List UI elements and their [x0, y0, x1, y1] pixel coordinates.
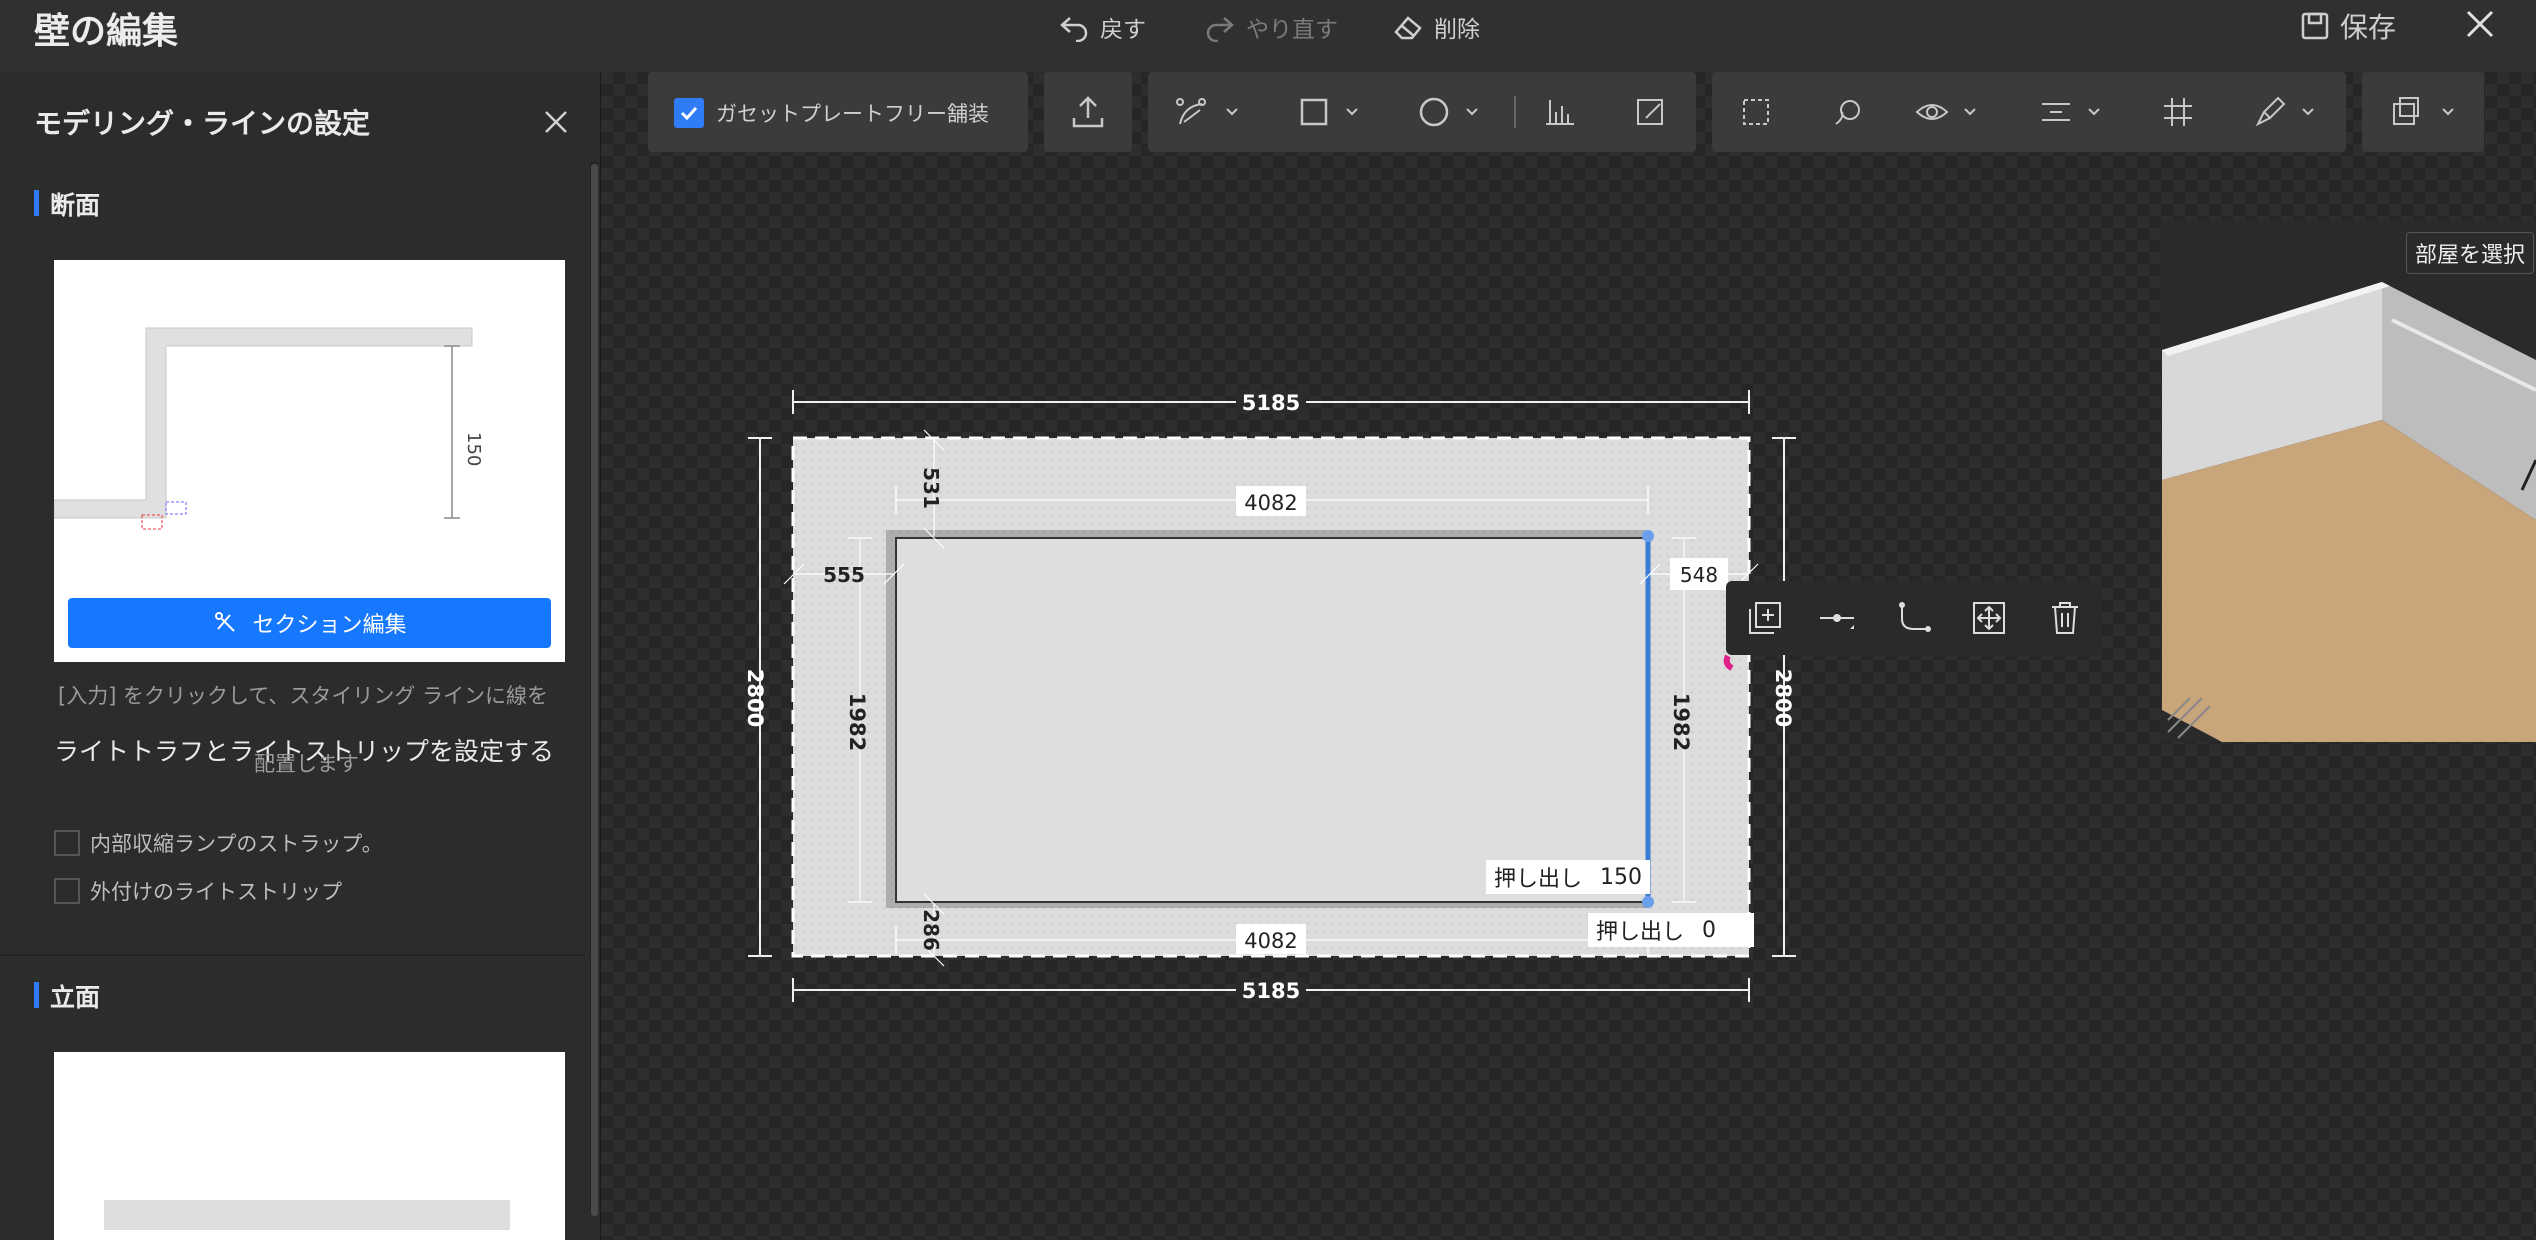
- room-3d-render: [2162, 282, 2536, 742]
- dim-inner-height-right: 1982: [1669, 693, 1693, 751]
- dim-offset-top: 531: [919, 467, 943, 509]
- extrude-inner-field[interactable]: 押し出し 150: [1486, 860, 1651, 894]
- extrude-outer-field[interactable]: 押し出し 0: [1588, 913, 1754, 947]
- edge-context-menu: [1726, 581, 2100, 655]
- dim-outer-width-top: 5185: [1242, 391, 1300, 415]
- edge-handle-top[interactable]: [1642, 530, 1654, 542]
- dim-offset-left: 555: [823, 563, 865, 587]
- room-select-button[interactable]: 部屋を選択: [2406, 232, 2535, 274]
- move-arrows-icon[interactable]: [1970, 599, 2008, 637]
- dim-offset-bottom: 286: [919, 909, 943, 951]
- extrude-inner-label: 押し出し: [1494, 867, 1583, 892]
- dim-outer-height-left: 2800: [743, 669, 767, 727]
- add-copy-icon[interactable]: [1746, 599, 1784, 637]
- dim-inner-width-bottom: 4082: [1244, 929, 1297, 953]
- dim-outer-width-bottom: 5185: [1242, 979, 1300, 1003]
- edge-handle-bottom[interactable]: [1642, 896, 1654, 908]
- extrude-outer-label: 押し出し: [1596, 920, 1685, 945]
- dim-inner-width-top: 4082: [1244, 491, 1297, 515]
- split-point-icon[interactable]: [1818, 599, 1856, 637]
- extrude-outer-value[interactable]: 0: [1702, 918, 1716, 943]
- dim-offset-right: 548: [1680, 563, 1718, 587]
- corner-path-icon[interactable]: [1896, 599, 1934, 637]
- dim-outer-height-right: 2800: [1771, 669, 1795, 727]
- trash-icon[interactable]: [2046, 599, 2084, 637]
- dim-inner-height-left: 1982: [845, 693, 869, 751]
- wall-plan-drawing[interactable]: 5185 5185 2800 2800 4082 4082 1982 1982 …: [0, 0, 2536, 1240]
- inner-opening[interactable]: [895, 537, 1649, 903]
- room-3d-preview[interactable]: [2162, 220, 2536, 742]
- extrude-inner-value[interactable]: 150: [1600, 865, 1642, 890]
